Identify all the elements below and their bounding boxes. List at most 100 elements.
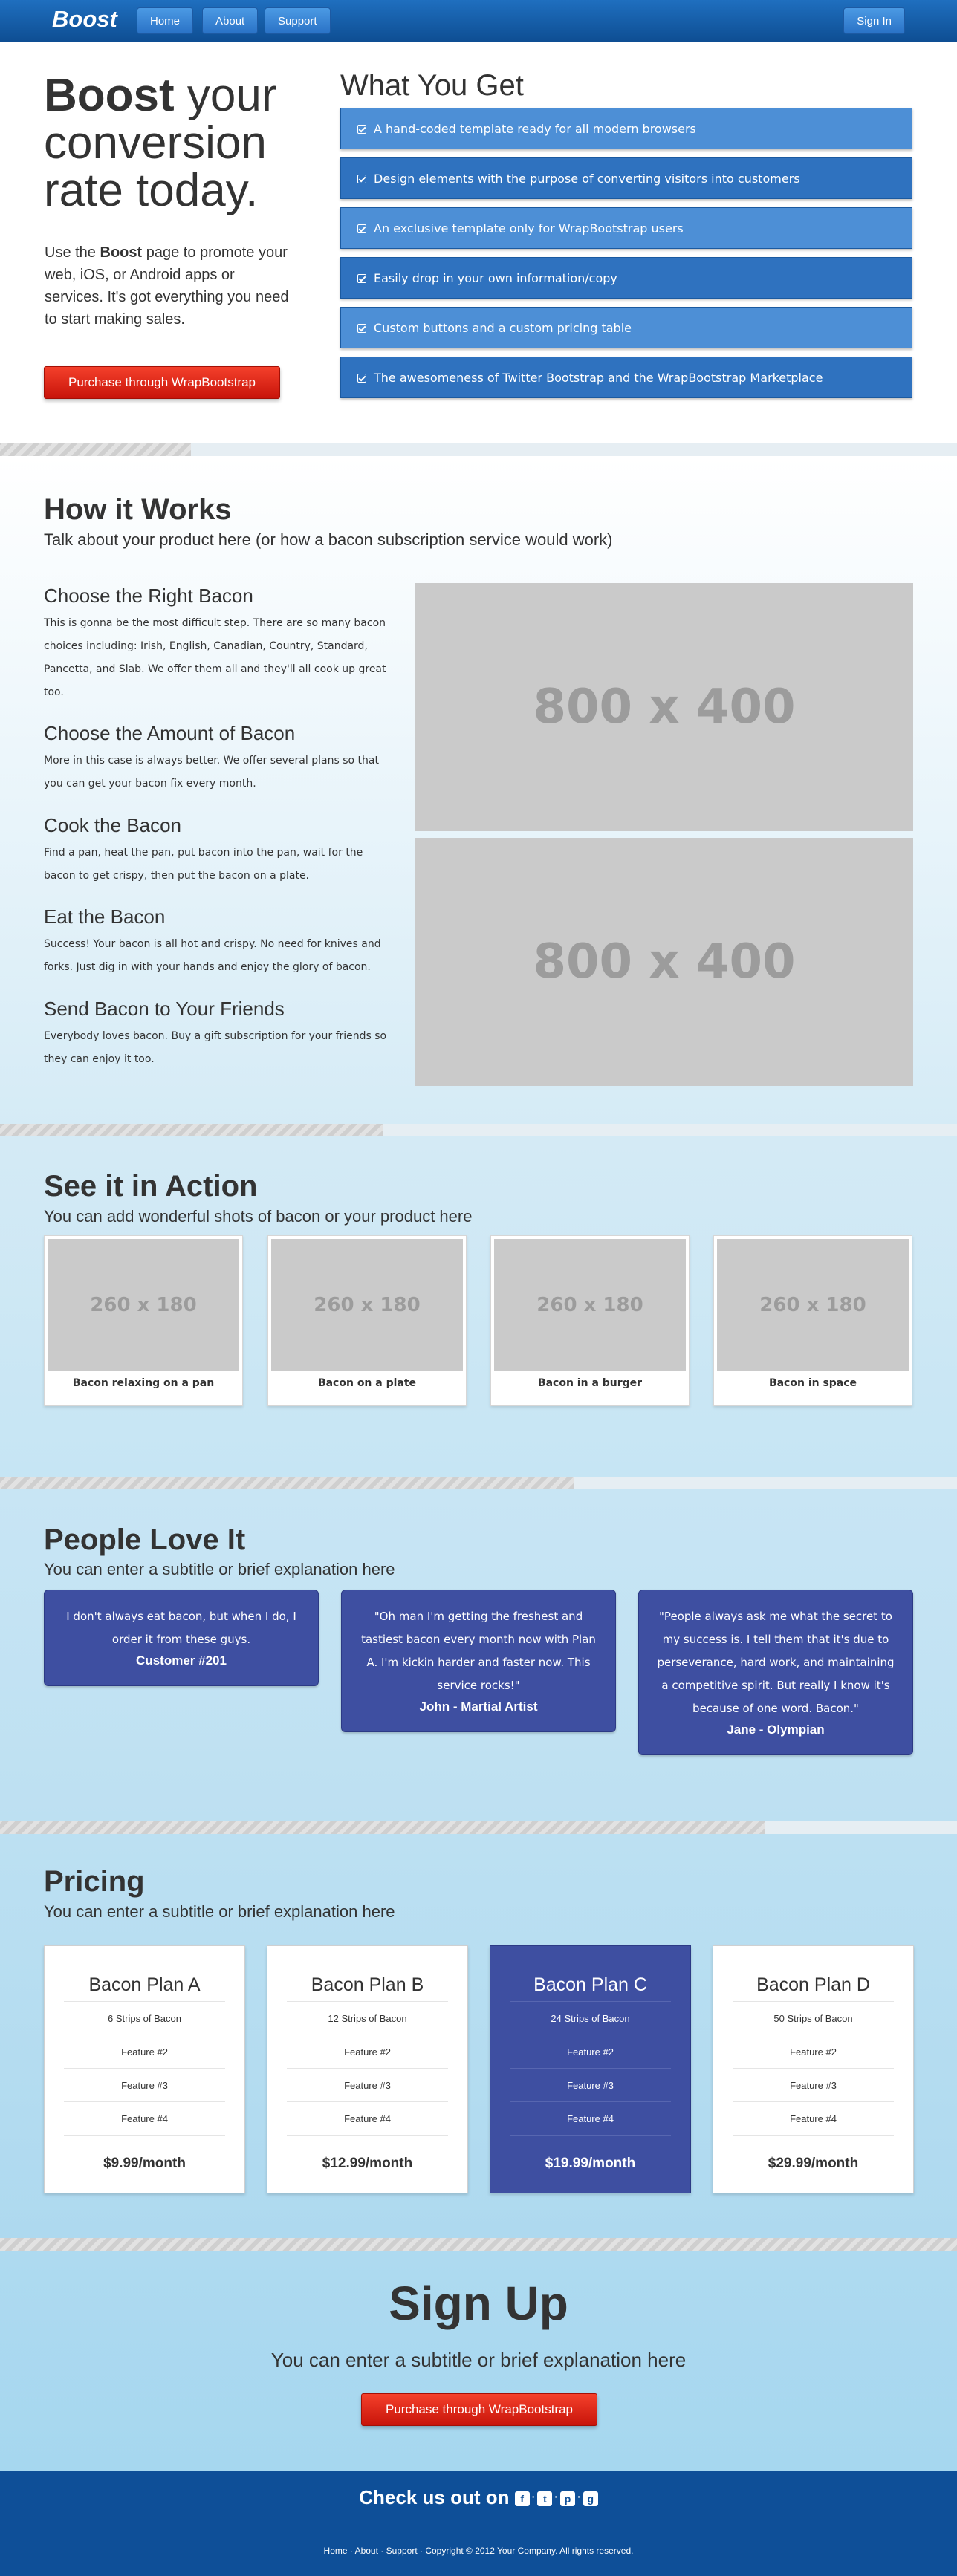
placeholder-image: 260 x 180 [48,1239,239,1371]
feature-text: Easily drop in your own information/copy [374,271,617,285]
checkbox-icon [357,125,366,134]
testimonial-card: "People always ask me what the secret to… [638,1590,913,1755]
love-title: People Love It [44,1523,246,1556]
step-item: Send Bacon to Your Friends Everybody lov… [44,998,393,1071]
pricing-plan-b[interactable]: Bacon Plan B 12 Strips of Bacon Feature … [267,1945,468,2193]
plan-feature: 12 Strips of Bacon [287,2001,448,2035]
progress-divider [0,2238,957,2251]
footer-link-support[interactable]: Support [386,2546,418,2556]
hero-title-bold: Boost [44,70,175,121]
testimonial-card: I don't always eat bacon, but when I do,… [44,1590,319,1686]
hero-section: Boost your conversion rate today. Use th… [0,42,957,443]
divider-progress-fill [0,443,191,456]
step-title: Send Bacon to Your Friends [44,998,285,1020]
plan-feature: Feature #3 [510,2068,671,2101]
progress-divider [0,1821,957,1834]
pricing-plan-a[interactable]: Bacon Plan A 6 Strips of Bacon Feature #… [44,1945,245,2193]
how-subtitle: Talk about your product here (or how a b… [44,530,613,549]
hero-purchase-button[interactable]: Purchase through WrapBootstrap [44,366,280,399]
placeholder-image: 800 x 400 [415,838,913,1086]
checkbox-icon [357,374,366,383]
testimonial-author: John - Martial Artist [419,1700,538,1714]
feature-item: A hand-coded template ready for all mode… [340,108,912,149]
facebook-icon[interactable]: f [514,2491,530,2506]
testimonial-text: I don't always eat bacon, but when I do,… [66,1610,296,1646]
pricing-plan-d[interactable]: Bacon Plan D 50 Strips of Bacon Feature … [713,1945,914,2193]
plan-name: Bacon Plan A [88,1974,201,1995]
feature-text: Custom buttons and a custom pricing tabl… [374,321,632,335]
step-item: Eat the Bacon Success! Your bacon is all… [44,905,393,979]
plan-price: $29.99/month [733,2135,894,2191]
divider-progress-fill [0,2238,957,2251]
nav-about-button[interactable]: About [202,7,259,34]
feature-item: Easily drop in your own information/copy [340,257,912,299]
features-list: A hand-coded template ready for all mode… [340,108,912,406]
pricing-section: Pricing You can enter a subtitle or brie… [0,1834,957,2238]
nav-support-button[interactable]: Support [265,7,331,34]
pricing-title: Pricing [44,1865,145,1898]
gallery-caption: Bacon on a plate [317,1377,417,1389]
footer-links: Home · About · Support · Copyright © 201… [0,2546,957,2556]
footer-link-home[interactable]: Home [324,2546,348,2556]
love-subtitle: You can enter a subtitle or brief explan… [44,1560,395,1578]
footer-link-about[interactable]: About [355,2546,378,2556]
step-title: Cook the Bacon [44,814,182,836]
gallery-card[interactable]: 260 x 180 Bacon in a burger [490,1235,690,1406]
step-text: More in this case is always better. We o… [44,755,379,790]
hero-lead-bold: Boost [100,244,143,261]
navbar: Boost Home About Support Sign In [0,0,957,42]
how-title: How it Works [44,493,232,526]
how-it-works-section: How it Works Talk about your product her… [0,456,957,1124]
pricing-plan-c[interactable]: Bacon Plan C 24 Strips of Bacon Feature … [490,1945,691,2193]
sign-in-button[interactable]: Sign In [843,7,905,34]
plan-feature: Feature #4 [510,2101,671,2135]
plan-feature: Feature #2 [510,2035,671,2068]
nav-home-button[interactable]: Home [137,7,194,34]
social-heading: Check us out on [359,2486,510,2508]
signup-title: Sign Up [389,2277,568,2330]
progress-divider [0,1477,957,1489]
gallery-card[interactable]: 260 x 180 Bacon relaxing on a pan [44,1235,243,1406]
placeholder-image: 800 x 400 [415,583,913,831]
features-title: What You Get [340,69,524,102]
hero-title: Boost your conversion rate today. [44,72,319,215]
step-text: Find a pan, heat the pan, put bacon into… [44,847,363,882]
feature-text: An exclusive template only for WrapBoots… [374,221,684,235]
testimonial-text: "People always ask me what the secret to… [657,1610,895,1715]
step-title: Choose the Right Bacon [44,585,253,607]
pricing-subtitle: You can enter a subtitle or brief explan… [44,1902,395,1921]
separator: · [349,2546,353,2556]
step-text: This is gonna be the most difficult step… [44,617,386,698]
plan-feature: Feature #2 [64,2035,225,2068]
gallery-caption: Bacon in a burger [537,1377,643,1389]
action-title: See it in Action [44,1170,258,1203]
separator: · [531,2491,536,2502]
testimonial-card: "Oh man I'm getting the freshest and tas… [341,1590,616,1732]
feature-item: The awesomeness of Twitter Bootstrap and… [340,357,912,398]
separator: · [577,2491,581,2502]
feature-item: Custom buttons and a custom pricing tabl… [340,307,912,348]
feature-text: A hand-coded template ready for all mode… [374,122,696,136]
see-it-in-action-section: See it in Action You can add wonderful s… [0,1136,957,1477]
step-text: Success! Your bacon is all hot and crisp… [44,938,381,973]
hero-lead: Use the Boost page to promote your web, … [45,241,297,331]
progress-divider [0,1124,957,1136]
social-row: Check us out on f · t · p · g [0,2486,957,2509]
brand-logo[interactable]: Boost [52,6,117,33]
plan-price: $19.99/month [510,2135,671,2191]
twitter-icon[interactable]: t [537,2491,553,2506]
divider-progress-fill [0,1821,765,1834]
pinterest-icon[interactable]: p [560,2491,576,2506]
feature-item: An exclusive template only for WrapBoots… [340,207,912,249]
step-title: Eat the Bacon [44,905,166,928]
step-item: Choose the Right Bacon This is gonna be … [44,585,393,704]
gallery-caption: Bacon relaxing on a pan [72,1377,215,1389]
google-plus-icon[interactable]: g [583,2491,598,2506]
gallery-card[interactable]: 260 x 180 Bacon in space [713,1235,912,1406]
gallery-card[interactable]: 260 x 180 Bacon on a plate [267,1235,467,1406]
step-item: Cook the Bacon Find a pan, heat the pan,… [44,814,393,888]
signup-purchase-button[interactable]: Purchase through WrapBootstrap [361,2393,597,2426]
checkbox-icon [357,324,366,333]
separator: · [380,2546,384,2556]
step-title: Choose the Amount of Bacon [44,722,296,744]
